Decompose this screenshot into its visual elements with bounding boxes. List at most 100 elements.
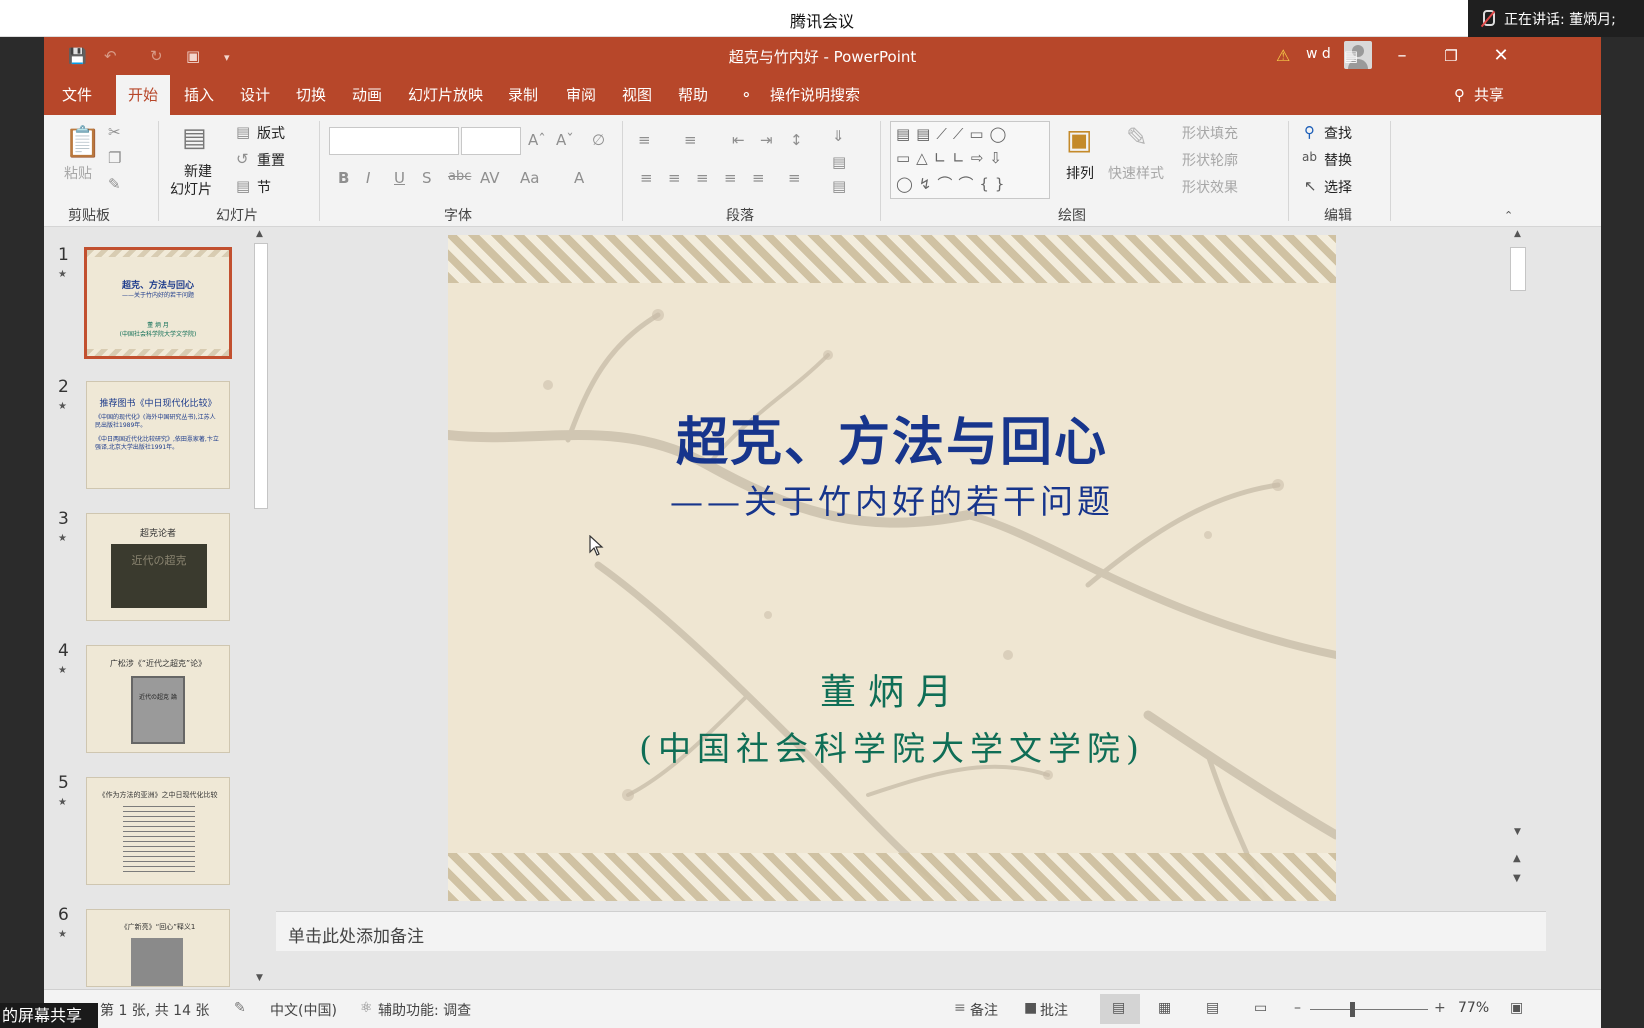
slide-affiliation[interactable]: (中国社会科学院大学文学院) xyxy=(448,722,1336,770)
shape-fill-button[interactable]: 形状填充 xyxy=(1182,123,1238,143)
change-case-icon[interactable]: Aa xyxy=(520,169,539,187)
align-left-icon[interactable]: ≡ xyxy=(640,169,653,187)
tab-help[interactable]: 帮助 xyxy=(678,75,708,115)
shape-row-icons[interactable]: ◯↯⌒⌒{} xyxy=(896,173,1010,194)
tab-record[interactable]: 录制 xyxy=(508,75,538,115)
char-spacing-icon[interactable]: AV xyxy=(480,169,500,187)
zoom-out-icon[interactable]: – xyxy=(1294,1000,1301,1016)
fit-to-window-icon[interactable]: ▣ xyxy=(1510,1000,1523,1016)
comments-button[interactable]: 批注 xyxy=(1040,1000,1068,1020)
slide-canvas[interactable]: 超克、方法与回心 ——关于竹内好的若干问题 董炳月 (中国社会科学院大学文学院) xyxy=(448,235,1336,901)
notes-placeholder[interactable]: 单击此处添加备注 xyxy=(288,922,424,947)
share-button[interactable]: 共享 xyxy=(1474,75,1504,115)
tab-file[interactable]: 文件 xyxy=(62,75,92,115)
font-size-input[interactable] xyxy=(461,127,521,155)
zoom-in-icon[interactable]: + xyxy=(1434,1000,1446,1016)
collapse-ribbon-icon[interactable]: ⌃ xyxy=(1504,209,1513,222)
columns-icon[interactable]: ≡ xyxy=(788,169,801,187)
numbering-icon[interactable]: ≡ xyxy=(684,131,697,149)
tab-slideshow[interactable]: 幻灯片放映 xyxy=(408,75,483,115)
slide-thumbnail[interactable]: 《广新亮》“回心”释义1 xyxy=(86,909,230,987)
notes-pane[interactable]: 单击此处添加备注 xyxy=(276,911,1546,951)
scroll-down-icon[interactable]: ▼ xyxy=(256,973,263,983)
scroll-down-icon[interactable]: ▼ xyxy=(1514,827,1521,837)
clear-formatting-icon[interactable]: ∅ xyxy=(592,131,605,149)
underline-icon[interactable]: U xyxy=(394,169,405,187)
shrink-font-icon[interactable]: Aˇ xyxy=(556,131,574,149)
decrease-indent-icon[interactable]: ⇤ xyxy=(732,131,745,149)
reset-button[interactable]: 重置 xyxy=(257,150,285,170)
shape-row-icons[interactable]: ▭△∟∟⇨⇩ xyxy=(896,149,1008,167)
slide-thumbnail[interactable]: 广松涉《“近代之超克”论》 近代の超克 論 xyxy=(86,645,230,753)
tab-transitions[interactable]: 切换 xyxy=(296,75,326,115)
restore-button[interactable]: ❐ xyxy=(1436,43,1466,69)
cut-icon[interactable]: ✂ xyxy=(108,123,121,141)
quick-styles-button[interactable]: 快速样式 xyxy=(1108,163,1164,183)
arrange-icon[interactable]: ▣ xyxy=(1066,123,1092,156)
distributed-icon[interactable]: ≡ xyxy=(752,169,765,187)
copy-icon[interactable]: ❐ xyxy=(108,149,121,167)
tab-animations[interactable]: 动画 xyxy=(352,75,382,115)
user-name[interactable]: w d xyxy=(1306,46,1331,62)
replace-button[interactable]: 替换 xyxy=(1324,150,1352,170)
previous-slide-icon[interactable]: ▲ xyxy=(1513,853,1521,864)
spellcheck-icon[interactable]: ✎ xyxy=(234,1000,246,1016)
quick-styles-icon[interactable]: ✎ xyxy=(1126,123,1148,153)
slide-scrollbar-thumb[interactable] xyxy=(1510,247,1526,291)
font-name-input[interactable] xyxy=(329,127,459,155)
language-indicator[interactable]: 中文(中国) xyxy=(270,1000,337,1020)
slide-thumbnail[interactable]: 《作为方法的亚洲》之中日现代化比较 xyxy=(86,777,230,885)
tab-home[interactable]: 开始 xyxy=(116,75,171,115)
grow-font-icon[interactable]: Aˆ xyxy=(528,131,546,149)
paste-button[interactable]: 粘贴 xyxy=(64,163,92,183)
justify-icon[interactable]: ≡ xyxy=(724,169,737,187)
accessibility-status[interactable]: 辅助功能: 调查 xyxy=(378,1000,471,1020)
slide-scrollbar[interactable]: ▲ ▼ ▲ ▼ xyxy=(1508,227,1528,887)
scroll-up-icon[interactable]: ▲ xyxy=(256,229,263,239)
shadow-icon[interactable]: S xyxy=(422,169,432,187)
shape-row-icons[interactable]: ▤▤⟋⟋▭◯ xyxy=(896,125,1012,143)
find-button[interactable]: 查找 xyxy=(1324,123,1352,143)
tell-me-search[interactable]: 操作说明搜索 xyxy=(770,75,860,115)
shape-outline-button[interactable]: 形状轮廓 xyxy=(1182,150,1238,170)
line-spacing-icon[interactable]: ↕ xyxy=(790,131,803,149)
strikethrough-icon[interactable]: abc xyxy=(448,169,471,184)
align-center-icon[interactable]: ≡ xyxy=(668,169,681,187)
scroll-up-icon[interactable]: ▲ xyxy=(1514,229,1521,239)
slide-thumbnail[interactable]: 推荐图书《中日现代化比较》 《中国的现代化》(海外中国研究丛书),江苏人民出版社… xyxy=(86,381,230,489)
slide-thumbnail[interactable]: 超克、方法与回心 ——关于竹内好的若干问题 董 炳 月 (中国社会科学院大学文学… xyxy=(84,247,232,359)
tab-view[interactable]: 视图 xyxy=(622,75,652,115)
format-painter-icon[interactable]: ✎ xyxy=(108,175,121,193)
text-direction-icon[interactable]: ⇓ xyxy=(832,127,845,145)
ribbon-display-options-icon[interactable]: ▤ xyxy=(1336,43,1366,69)
section-button[interactable]: 节 xyxy=(257,177,271,197)
layout-button[interactable]: 版式 xyxy=(257,123,285,143)
slide-title[interactable]: 超克、方法与回心 xyxy=(448,400,1336,475)
tab-review[interactable]: 审阅 xyxy=(566,75,596,115)
paste-icon[interactable]: 📋 xyxy=(64,125,101,160)
zoom-level[interactable]: 77% xyxy=(1458,1000,1489,1016)
slide-author[interactable]: 董炳月 xyxy=(448,663,1336,715)
thumbnail-scrollbar[interactable]: ▲ ▼ xyxy=(252,229,270,987)
zoom-slider[interactable] xyxy=(1310,1009,1428,1010)
increase-indent-icon[interactable]: ⇥ xyxy=(760,131,773,149)
slide-sorter-icon[interactable]: ▦ xyxy=(1158,1000,1171,1016)
new-slide-label[interactable]: 幻灯片 xyxy=(170,179,212,199)
slide-thumbnail[interactable]: 超克论者 近代の超克 xyxy=(86,513,230,621)
arrange-button[interactable]: 排列 xyxy=(1066,163,1094,183)
minimize-button[interactable]: – xyxy=(1387,43,1417,69)
smartart-icon[interactable]: ▤ xyxy=(832,177,846,195)
align-right-icon[interactable]: ≡ xyxy=(696,169,709,187)
bullets-icon[interactable]: ≡ xyxy=(638,131,651,149)
notes-button[interactable]: 备注 xyxy=(970,1000,998,1020)
font-color-icon[interactable]: A xyxy=(574,169,584,187)
warning-icon[interactable]: ⚠ xyxy=(1276,46,1294,65)
select-button[interactable]: 选择 xyxy=(1324,177,1352,197)
shape-effects-button[interactable]: 形状效果 xyxy=(1182,177,1238,197)
bold-icon[interactable]: B xyxy=(338,169,349,187)
reading-view-icon[interactable]: ▤ xyxy=(1206,1000,1219,1016)
italic-icon[interactable]: I xyxy=(366,169,370,187)
slideshow-view-icon[interactable]: ▭ xyxy=(1254,1000,1267,1016)
thumbnail-scrollbar-thumb[interactable] xyxy=(254,243,268,509)
new-slide-button[interactable]: 新建 xyxy=(184,161,212,181)
